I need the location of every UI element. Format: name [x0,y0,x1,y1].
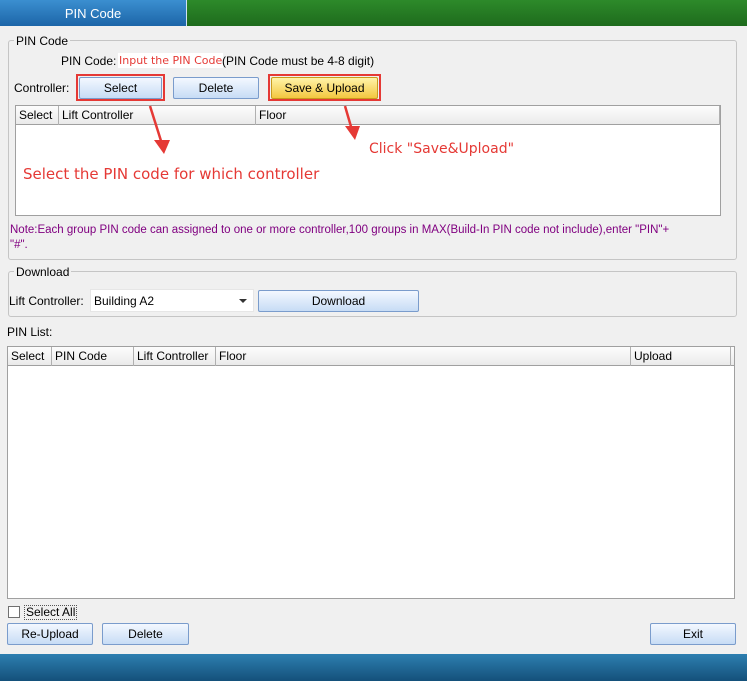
delete-button-label: Delete [198,81,234,95]
tab-pin-code[interactable]: PIN Code [0,0,187,26]
exit-button[interactable]: Exit [650,623,736,645]
annotation-arrows [148,105,360,154]
delete-button[interactable]: Delete [173,77,259,99]
save-upload-button-label: Save & Upload [284,81,365,95]
pin-list-col-upload[interactable]: Upload [631,347,731,366]
pin-code-label: PIN Code: [61,54,117,68]
pin-list-label: PIN List: [7,325,53,339]
exit-button-label: Exit [682,627,703,641]
lift-controller-label: Lift Controller: [9,294,84,308]
note-text: Note:Each group PIN code can assigned to… [10,223,735,253]
annotation-save-text: Click "Save&Upload" [369,141,515,157]
pin-list-col-pin-code[interactable]: PIN Code [52,347,134,366]
select-button-label: Select [103,81,138,95]
pin-list-col-select[interactable]: Select [8,347,52,366]
download-button[interactable]: Download [258,290,419,312]
controller-grid-col-select[interactable]: Select [16,106,59,125]
tab-pin-code-label: PIN Code [64,5,122,21]
reupload-button-label: Re-Upload [21,627,79,641]
controller-label: Controller: [14,81,70,95]
select-all-checkbox[interactable] [8,606,20,618]
select-button[interactable]: Select [79,77,162,99]
select-all-label[interactable]: Select All [24,605,78,620]
bottom-strip [0,654,747,681]
arrow-select-icon [148,105,164,145]
lift-controller-select[interactable]: Building A2 [90,289,254,312]
download-button-label: Download [311,294,366,308]
note-line-2: "#". [10,239,28,251]
reupload-button[interactable]: Re-Upload [7,623,93,645]
pin-code-group-legend: PIN Code [14,34,71,48]
arrow-save-head-icon [345,126,360,140]
pin-list-grid-header: Select PIN Code Lift Controller Floor Up… [8,347,734,366]
note-line-1: Note:Each group PIN code can assigned to… [10,224,670,236]
pin-list-grid[interactable]: Select PIN Code Lift Controller Floor Up… [7,346,735,599]
pin-list-col-floor[interactable]: Floor [216,347,631,366]
pin-code-hint: (PIN Code must be 4-8 digit) [222,54,375,68]
chevron-down-icon[interactable] [239,299,247,303]
arrow-select-head-icon [154,140,170,154]
download-group-legend: Download [14,265,72,279]
annotation-select-text: Select the PIN code for which controller [23,165,320,183]
footer-delete-button-label: Delete [128,627,163,641]
save-upload-button[interactable]: Save & Upload [271,77,378,99]
pin-list-col-lift-controller[interactable]: Lift Controller [134,347,216,366]
pin-code-input[interactable]: Input the PIN Code [118,53,224,68]
lift-controller-select-value: Building A2 [94,294,155,308]
footer-delete-button[interactable]: Delete [102,623,189,645]
